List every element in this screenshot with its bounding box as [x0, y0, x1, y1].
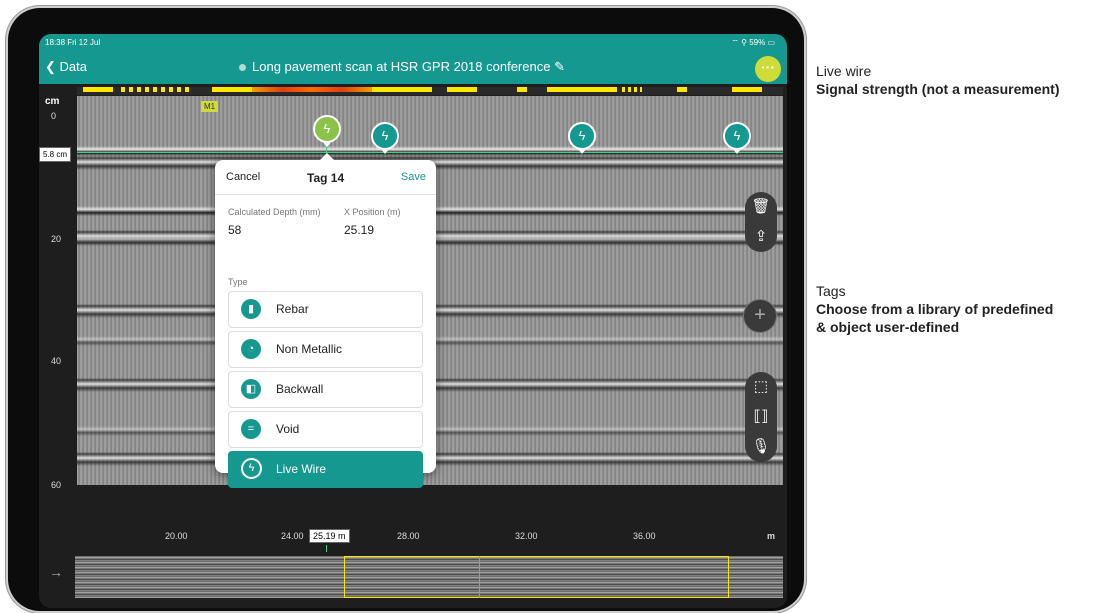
rebar-icon: ▮ [241, 299, 261, 319]
tags-caption-desc-1: Choose from a library of predefined [816, 301, 1054, 317]
share-icon[interactable]: ⇪ [745, 222, 777, 252]
overview-viewport[interactable] [344, 556, 729, 598]
live-wire-caption: Live wire Signal strength (not a measure… [816, 62, 1059, 98]
depth-cursor-label: 5.8 cm [39, 147, 72, 162]
popup-title: Tag 14 [307, 171, 345, 185]
type-label: Type [228, 277, 248, 287]
back-button[interactable]: ❮ Data [45, 59, 87, 75]
tag-tools-group: 🗑 ⇪ [745, 192, 777, 252]
type-option-non-metallic[interactable]: ◔ Non Metallic [228, 331, 423, 368]
position-cursor-label: 25.19 m [309, 529, 350, 543]
split-icon[interactable]: ⟦⟧ [745, 402, 777, 432]
tags-caption-desc-2: & object user-defined [816, 319, 960, 335]
lightning-icon: ϟ [323, 121, 331, 136]
more-button[interactable]: ··· [755, 56, 781, 82]
xpos-field-label: X Position (m) [344, 207, 401, 217]
type-option-void[interactable]: = Void [228, 411, 423, 448]
type-option-live-wire[interactable]: ϟ Live Wire [228, 451, 423, 488]
app-screen: 18:38 Fri 12 Jul ⌔ ⚲ 59% ▭ ❮ Data Long p… [39, 34, 787, 608]
add-tag-button[interactable]: + [743, 299, 777, 333]
depth-field-label: Calculated Depth (mm) [228, 207, 321, 217]
lightning-icon: ϟ [241, 458, 262, 479]
depth-tick: 20 [51, 234, 62, 244]
live-wire-caption-title: Live wire [816, 63, 872, 79]
select-icon[interactable]: ⬚ [745, 372, 777, 402]
back-label: Data [59, 59, 87, 74]
tags-caption: Tags Choose from a library of predefined… [816, 282, 1053, 336]
overview-cursor [479, 556, 480, 598]
cancel-button[interactable]: Cancel [226, 171, 260, 183]
depth-cursor-line[interactable] [77, 152, 783, 153]
x-tick: 32.00 [515, 531, 538, 541]
xpos-field-value: 25.19 [344, 223, 375, 237]
x-tick: 24.00 [281, 531, 304, 541]
backwall-icon: ◧ [241, 379, 261, 399]
trash-icon[interactable]: 🗑 [745, 192, 777, 222]
x-tick: 28.00 [397, 531, 420, 541]
status-time: 18:38 Fri 12 Jul [45, 38, 101, 47]
save-button[interactable]: Save [401, 171, 426, 183]
battery-status: ⌔ ⚲ 59% ▭ [731, 38, 775, 47]
edit-pencil-icon[interactable]: ✎ [554, 59, 565, 74]
nav-bar: ❮ Data Long pavement scan at HSR GPR 201… [39, 52, 787, 84]
marker-m1[interactable]: M1 [201, 101, 219, 112]
tablet-frame: 18:38 Fri 12 Jul ⌔ ⚲ 59% ▭ ❮ Data Long p… [8, 8, 804, 611]
x-tick: 36.00 [633, 531, 656, 541]
popup-header: Cancel Tag 14 Save [215, 160, 436, 195]
position-axis: 20.00 24.00 28.00 32.00 36.00 m 25.19 m [77, 485, 783, 545]
depth-field-value: 58 [228, 223, 242, 237]
void-icon: = [241, 419, 261, 439]
lightning-icon: ϟ [733, 128, 741, 143]
tags-caption-title: Tags [816, 283, 846, 299]
signal-strength-bar [77, 87, 783, 95]
status-bar: 18:38 Fri 12 Jul ⌔ ⚲ 59% ▭ [39, 34, 787, 52]
live-wire-tag-pin[interactable]: ϟ [313, 115, 341, 147]
live-wire-caption-desc: Signal strength (not a measurement) [816, 81, 1060, 97]
view-tools-group: ⬚ ⟦⟧ 🎙 [745, 372, 777, 462]
status-dot-icon [239, 64, 246, 72]
depth-tick: 40 [51, 356, 62, 366]
depth-unit: cm [45, 96, 60, 107]
non-metallic-icon: ◔ [241, 339, 261, 359]
x-tick: 20.00 [165, 531, 188, 541]
mic-icon[interactable]: 🎙 [745, 432, 777, 462]
type-option-rebar[interactable]: ▮ Rebar [228, 291, 423, 328]
arrow-right-icon[interactable]: → [49, 564, 63, 580]
type-option-backwall[interactable]: ◧ Backwall [228, 371, 423, 408]
x-unit: m [767, 531, 776, 541]
live-wire-tag-pin[interactable]: ϟ [371, 122, 399, 154]
lightning-icon: ϟ [578, 128, 586, 143]
scan-title[interactable]: Long pavement scan at HSR GPR 2018 confe… [239, 59, 565, 75]
live-wire-tag-pin[interactable]: ϟ [568, 122, 596, 154]
live-wire-tag-pin[interactable]: ϟ [723, 122, 751, 154]
depth-tick: 60 [51, 480, 62, 490]
lightning-icon: ϟ [381, 128, 389, 143]
tag-editor-popup: Cancel Tag 14 Save Calculated Depth (mm)… [215, 153, 436, 488]
depth-tick: 0 [51, 111, 57, 121]
